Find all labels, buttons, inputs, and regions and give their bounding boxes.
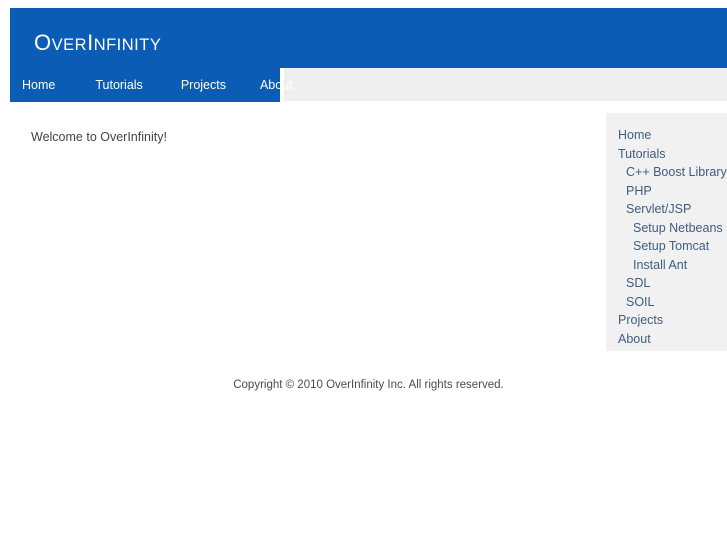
nav-item-tutorials[interactable]: Tutorials bbox=[95, 68, 142, 102]
sidebar-item-about[interactable]: About bbox=[606, 330, 727, 349]
sidebar-item-tutorials[interactable]: Tutorials bbox=[606, 145, 727, 164]
site-header: OVERINFINITY bbox=[10, 8, 727, 68]
logo-letter-i: I bbox=[87, 30, 94, 55]
sidebar-item-cpp-boost-library[interactable]: C++ Boost Library bbox=[606, 163, 727, 182]
sidebar-item-php[interactable]: PHP bbox=[606, 182, 727, 201]
logo-text-nfinity: NFINITY bbox=[93, 36, 162, 54]
main-nav: Home Tutorials Projects About bbox=[10, 68, 293, 102]
sidebar-item-install-ant[interactable]: Install Ant bbox=[606, 256, 727, 275]
nav-item-home[interactable]: Home bbox=[22, 68, 55, 102]
main-content: Welcome to OverInfinity! bbox=[10, 113, 590, 353]
sidebar-item-servlet-jsp[interactable]: Servlet/JSP bbox=[606, 200, 727, 219]
page-root: OVERINFINITY Home Tutorials Projects Abo… bbox=[0, 0, 727, 545]
sidebar-item-setup-netbeans[interactable]: Setup Netbeans bbox=[606, 219, 727, 238]
welcome-message: Welcome to OverInfinity! bbox=[31, 130, 167, 144]
sidebar-item-setup-tomcat[interactable]: Setup Tomcat bbox=[606, 237, 727, 256]
sidebar-item-projects[interactable]: Projects bbox=[606, 311, 727, 330]
nav-item-projects[interactable]: Projects bbox=[181, 68, 226, 102]
sidebar-item-home[interactable]: Home bbox=[606, 126, 727, 145]
site-logo[interactable]: OVERINFINITY bbox=[34, 32, 161, 54]
logo-letter-o: O bbox=[34, 30, 52, 55]
nav-item-about[interactable]: About bbox=[260, 68, 293, 102]
nav-filler-strip bbox=[284, 68, 727, 101]
sidebar-item-sdl[interactable]: SDL bbox=[606, 274, 727, 293]
sidebar: Home Tutorials C++ Boost Library PHP Ser… bbox=[606, 113, 727, 351]
footer-copyright: Copyright © 2010 OverInfinity Inc. All r… bbox=[233, 379, 504, 391]
logo-text-ver: VER bbox=[51, 36, 88, 54]
sidebar-menu: Home Tutorials C++ Boost Library PHP Ser… bbox=[606, 113, 727, 348]
sidebar-item-soil[interactable]: SOIL bbox=[606, 293, 727, 312]
